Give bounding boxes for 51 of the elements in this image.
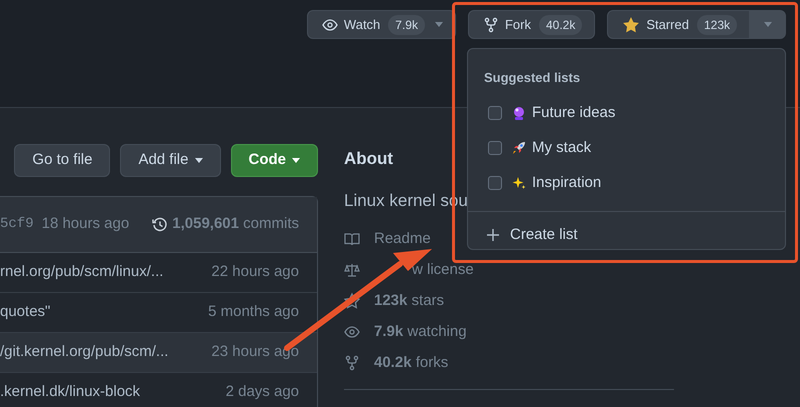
crystal-ball-icon <box>512 106 526 120</box>
file-time: 22 hours ago <box>211 262 299 282</box>
fork-icon <box>344 355 360 371</box>
sparkles-icon <box>512 176 526 190</box>
caret-icon <box>764 22 772 27</box>
about-heading: About <box>344 148 394 170</box>
eye-icon <box>344 324 360 340</box>
list-label[interactable]: My stack <box>532 136 592 160</box>
fork-icon <box>482 16 499 32</box>
list-checkbox[interactable] <box>488 106 502 120</box>
caret-icon <box>434 22 443 27</box>
commit-message[interactable]: quotes" <box>0 301 50 324</box>
file-time: 2 days ago <box>226 382 299 402</box>
book-icon <box>344 231 360 247</box>
list-checkbox[interactable] <box>488 176 502 190</box>
file-row[interactable]: rnel.org/pub/scm/linux/... 22 hours ago <box>0 253 317 293</box>
toolbar-button[interactable]: Add file <box>120 144 220 177</box>
create-list-button[interactable]: Create list <box>486 224 578 246</box>
fork-button[interactable]: Fork 40.2k <box>468 10 596 39</box>
count-badge: 7.9k <box>388 14 425 34</box>
commit-message[interactable]: .kernel.dk/linux-block <box>0 381 140 404</box>
star-icon <box>344 292 360 310</box>
scale-icon <box>344 262 360 278</box>
list-checkbox[interactable] <box>488 141 502 155</box>
about-link[interactable]: w license <box>412 258 474 282</box>
count-badge: 123k <box>696 14 737 34</box>
star-icon <box>622 16 640 34</box>
eye-icon <box>322 16 338 32</box>
file-row[interactable]: .kernel.dk/linux-block 2 days ago <box>0 373 317 407</box>
commit-message[interactable]: /git.kernel.org/pub/scm/... <box>0 341 168 364</box>
list-label[interactable]: Inspiration <box>532 172 602 194</box>
plus-icon <box>486 228 500 242</box>
commit-time: 18 hours ago <box>42 214 130 234</box>
count-badge: 40.2k <box>538 14 582 34</box>
rocket-icon <box>512 141 526 155</box>
commit-message[interactable]: rnel.org/pub/scm/linux/... <box>0 261 164 284</box>
about-link[interactable]: Readme <box>374 228 431 250</box>
about-link[interactable]: 40.2k forks <box>374 352 448 374</box>
watch-button[interactable]: Watch 7.9k <box>306 10 456 39</box>
list-label[interactable]: Future ideas <box>532 102 616 124</box>
list-menu-button[interactable] <box>750 10 786 39</box>
star-button[interactable]: Starred 123k <box>607 10 750 39</box>
dropdown-title: Suggested lists <box>483 69 582 87</box>
toolbar-button[interactable]: Go to file <box>14 144 110 177</box>
about-link[interactable]: 123k stars <box>374 290 444 312</box>
caret-icon <box>194 158 202 163</box>
file-time: 5 months ago <box>208 302 299 322</box>
caret-icon <box>292 158 300 163</box>
history-icon <box>152 216 168 232</box>
about-link[interactable]: 7.9k watching <box>374 320 467 344</box>
code-button[interactable]: Code <box>230 144 318 177</box>
